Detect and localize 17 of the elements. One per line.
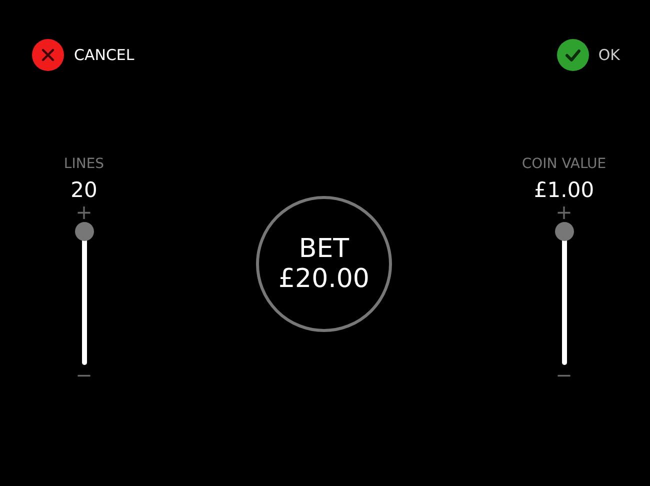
slider-label: COIN VALUE bbox=[522, 156, 606, 172]
slider-thumb[interactable] bbox=[74, 222, 94, 241]
decrease-button[interactable]: − bbox=[74, 366, 94, 384]
slider-value: 20 bbox=[70, 177, 98, 203]
close-icon bbox=[32, 39, 64, 71]
check-icon bbox=[557, 39, 590, 71]
slider-value: £1.00 bbox=[534, 177, 594, 203]
bet-button[interactable]: BET £20.00 bbox=[256, 196, 392, 332]
increase-button[interactable]: + bbox=[554, 203, 574, 221]
ok-button[interactable]: OK bbox=[557, 39, 620, 71]
increase-button[interactable]: + bbox=[74, 203, 94, 221]
slider[interactable] bbox=[74, 223, 94, 365]
decrease-button[interactable]: − bbox=[554, 366, 574, 384]
cancel-button[interactable]: CANCEL bbox=[32, 39, 134, 71]
slider-label: LINES bbox=[64, 156, 104, 172]
slider-thumb[interactable] bbox=[554, 222, 574, 241]
slider[interactable] bbox=[554, 223, 574, 365]
